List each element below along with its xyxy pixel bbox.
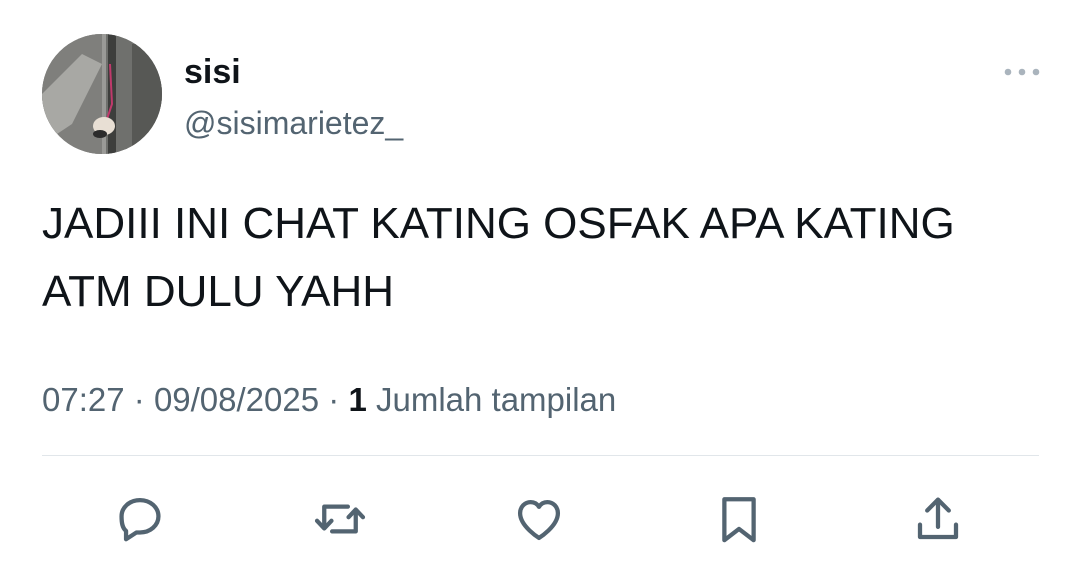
avatar-photo [42, 34, 162, 154]
more-options-button[interactable] [1002, 62, 1042, 82]
share-button[interactable] [909, 490, 967, 548]
meta-separator: · [133, 381, 145, 418]
tweet-time[interactable]: 07:27 [42, 381, 125, 418]
avatar[interactable] [42, 34, 162, 154]
views-count[interactable]: 1 [348, 381, 366, 418]
bookmark-icon [722, 497, 756, 543]
tweet-date[interactable]: 09/08/2025 [154, 381, 319, 418]
more-horizontal-icon [1004, 68, 1040, 76]
display-name[interactable]: sisi [184, 50, 241, 94]
username-handle[interactable]: @sisimarietez_ [184, 102, 403, 144]
divider [42, 455, 1039, 456]
retweet-button[interactable] [311, 490, 369, 548]
reply-icon [119, 497, 161, 542]
heart-icon [517, 499, 561, 541]
views-label[interactable]: Jumlah tampilan [376, 381, 616, 418]
like-button[interactable] [510, 490, 568, 548]
tweet-metadata: 07:27 · 09/08/2025 · 1 Jumlah tampilan [42, 378, 616, 422]
tweet-text: JADIII INI CHAT KATING OSFAK APA KATING … [42, 199, 955, 316]
bookmark-button[interactable] [710, 490, 768, 548]
share-icon [917, 497, 959, 540]
meta-separator: · [328, 381, 340, 418]
retweet-icon [314, 504, 366, 534]
reply-button[interactable] [111, 490, 169, 548]
